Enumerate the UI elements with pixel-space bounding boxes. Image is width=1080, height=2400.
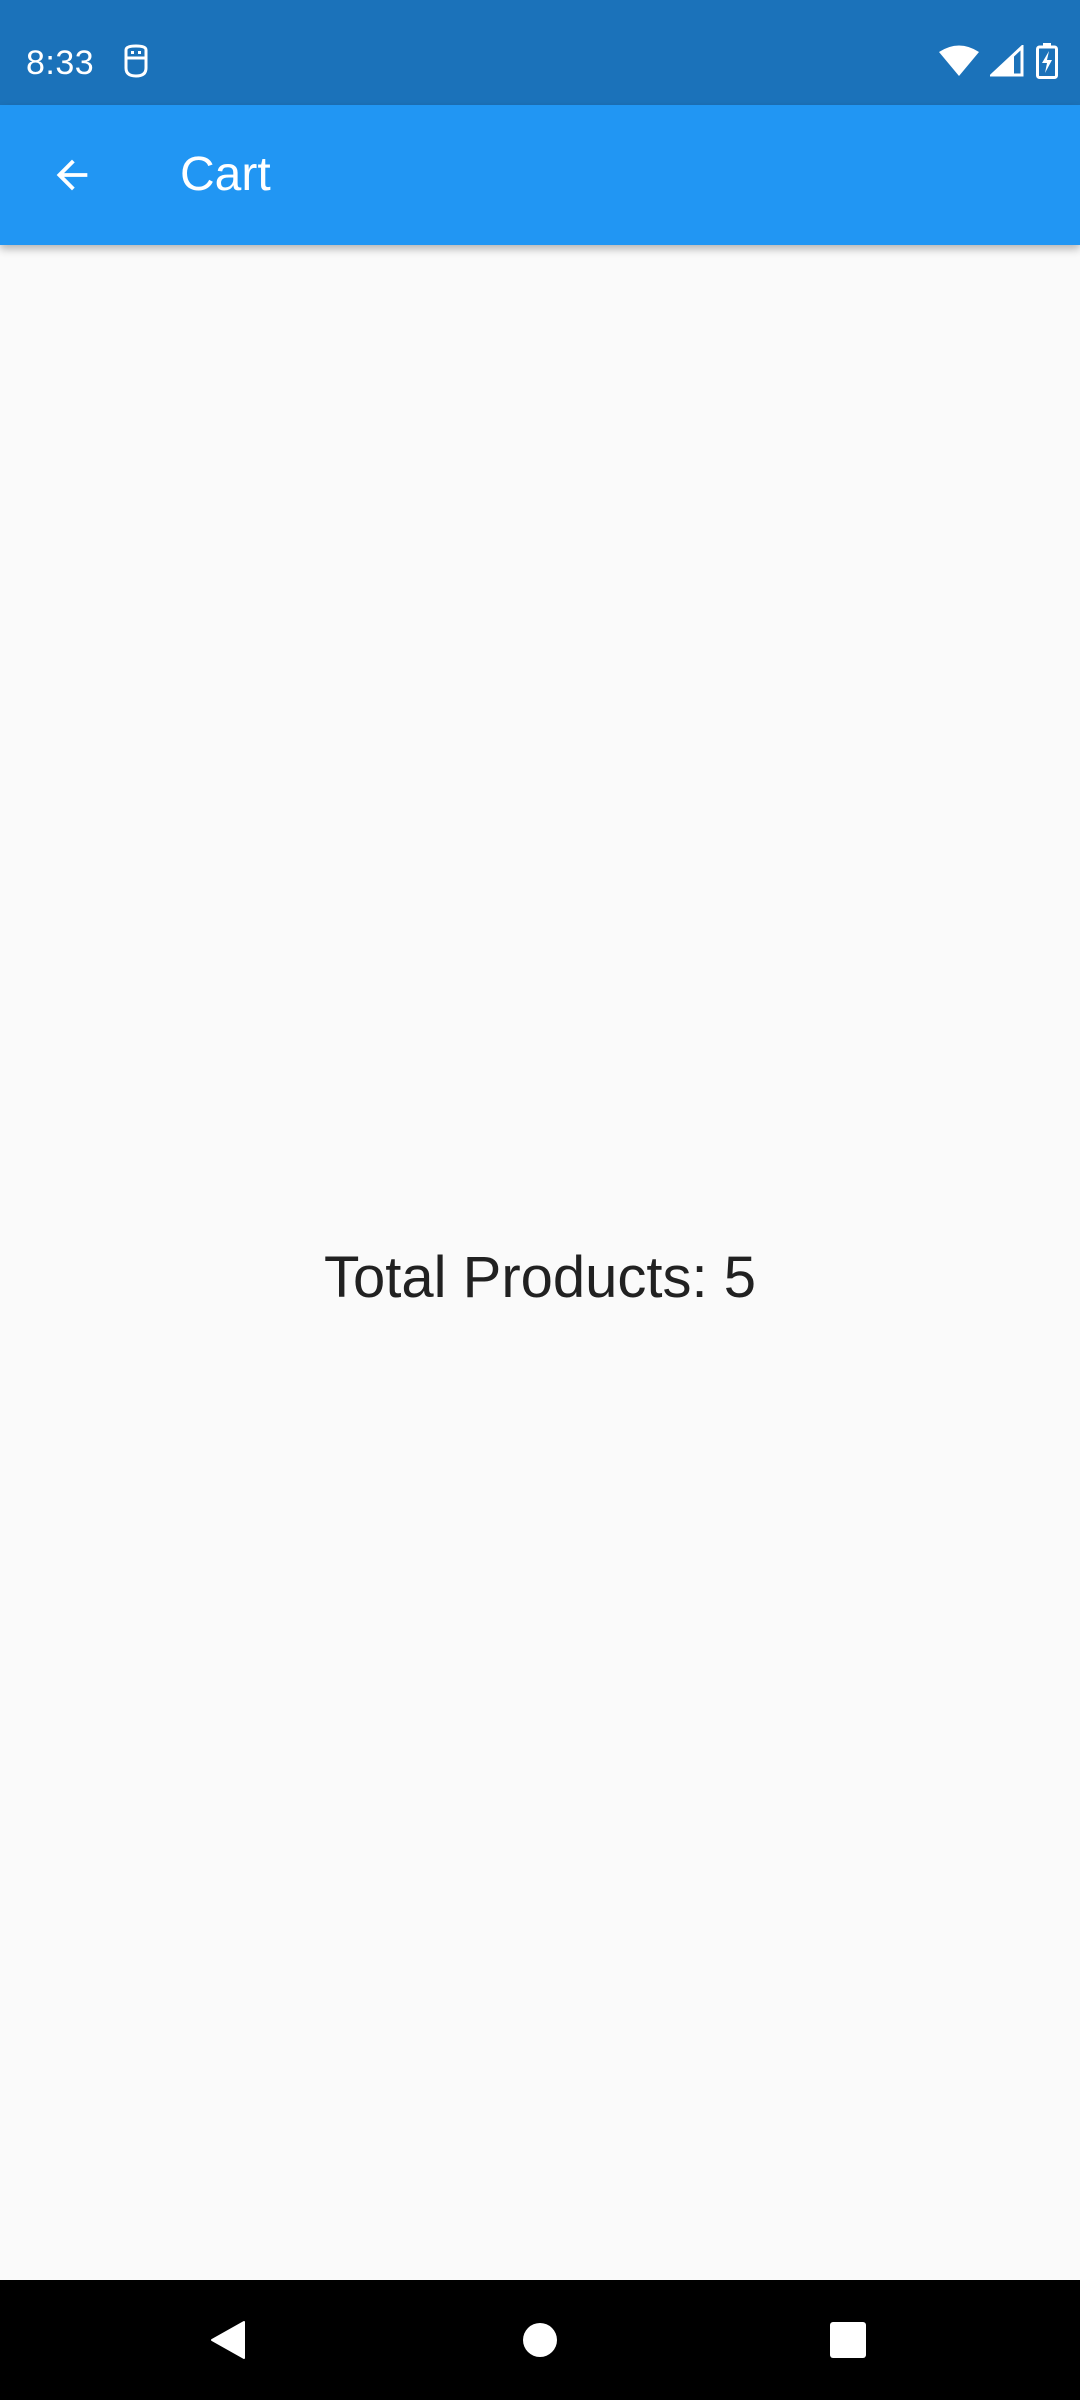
status-bar: 8:33 xyxy=(0,0,1080,105)
signal-icon xyxy=(990,45,1024,77)
app-bar: Cart xyxy=(0,105,1080,245)
nav-home-icon xyxy=(523,2323,557,2357)
cart-body: Total Products: 5 xyxy=(0,245,1080,2280)
wifi-icon xyxy=(939,45,979,76)
arrow-back-icon xyxy=(56,159,88,191)
nav-recents-icon xyxy=(830,2322,866,2358)
nav-back-button[interactable] xyxy=(188,2300,268,2380)
back-button[interactable] xyxy=(24,127,120,223)
debug-icon xyxy=(124,44,148,78)
nav-back-icon xyxy=(211,2321,245,2359)
status-time: 8:33 xyxy=(26,44,95,82)
page-title: Cart xyxy=(180,148,271,201)
status-icons xyxy=(938,43,1058,79)
battery-charging-icon xyxy=(1036,43,1058,79)
nav-recents-button[interactable] xyxy=(808,2300,888,2380)
system-navigation-bar xyxy=(0,2280,1080,2400)
nav-home-button[interactable] xyxy=(500,2300,580,2380)
total-products-text: Total Products: 5 xyxy=(324,1245,756,1310)
